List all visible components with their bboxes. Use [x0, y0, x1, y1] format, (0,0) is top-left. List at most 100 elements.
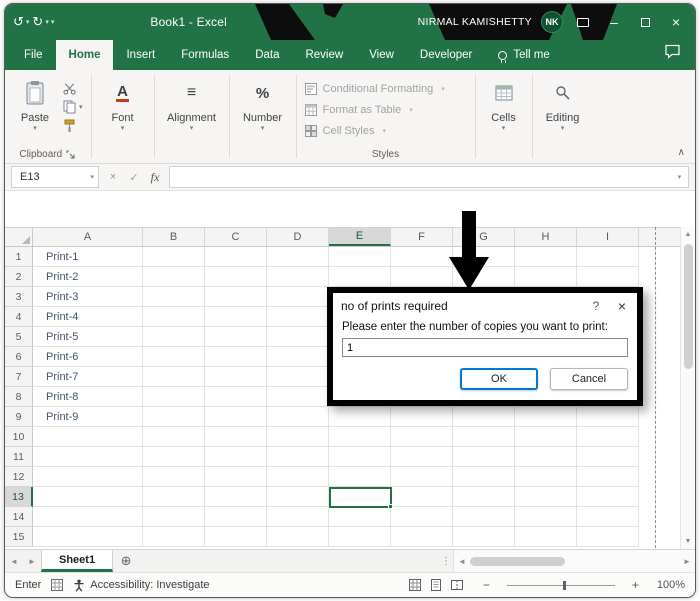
- cell-E12[interactable]: [329, 467, 391, 487]
- row-header-2[interactable]: 2: [5, 267, 33, 287]
- cell-H13[interactable]: [515, 487, 577, 507]
- cell-I15[interactable]: [577, 527, 639, 547]
- font-group-button[interactable]: A Font ▾: [100, 76, 146, 133]
- cell-A9[interactable]: Print-9: [33, 407, 143, 427]
- name-box-dropdown-icon[interactable]: ▾: [90, 173, 94, 181]
- format-painter-button[interactable]: [63, 119, 83, 133]
- cell-F13[interactable]: [391, 487, 453, 507]
- page-layout-view-icon[interactable]: [430, 579, 442, 591]
- row-header-1[interactable]: 1: [5, 247, 33, 267]
- cell-A8[interactable]: Print-8: [33, 387, 143, 407]
- fill-handle[interactable]: [388, 504, 393, 509]
- cell-C3[interactable]: [205, 287, 267, 307]
- sheet-nav-left-icon[interactable]: ◄: [5, 550, 23, 572]
- cell-B1[interactable]: [143, 247, 205, 267]
- dialog-title-bar[interactable]: no of prints required ? ×: [333, 293, 637, 318]
- tab-file[interactable]: File: [11, 40, 56, 70]
- cell-styles-button[interactable]: Cell Styles ▾: [305, 122, 467, 140]
- cell-A5[interactable]: Print-5: [33, 327, 143, 347]
- cell-B5[interactable]: [143, 327, 205, 347]
- paste-button[interactable]: Paste ▾: [12, 76, 58, 133]
- cell-D13[interactable]: [267, 487, 329, 507]
- ribbon-display-options-icon[interactable]: [572, 11, 594, 33]
- cell-A12[interactable]: [33, 467, 143, 487]
- tab-data[interactable]: Data: [242, 40, 292, 70]
- cell-D14[interactable]: [267, 507, 329, 527]
- column-header-E[interactable]: E: [329, 228, 391, 246]
- editing-group-button[interactable]: Editing ▾: [541, 76, 585, 133]
- cell-C4[interactable]: [205, 307, 267, 327]
- tab-insert[interactable]: Insert: [113, 40, 168, 70]
- cell-B13[interactable]: [143, 487, 205, 507]
- row-header-11[interactable]: 11: [5, 447, 33, 467]
- alignment-group-button[interactable]: ≡ Alignment ▾: [163, 76, 221, 133]
- cell-F10[interactable]: [391, 427, 453, 447]
- formula-input[interactable]: [169, 166, 671, 188]
- column-header-A[interactable]: A: [33, 228, 143, 246]
- user-name[interactable]: NIRMAL KAMISHETTY: [418, 16, 532, 28]
- copy-dropdown-icon[interactable]: ▾: [79, 103, 83, 112]
- cell-G11[interactable]: [453, 447, 515, 467]
- horizontal-scrollbar[interactable]: ◄ ►: [453, 550, 695, 572]
- customize-qat-icon[interactable]: ▾: [51, 18, 55, 26]
- paste-dropdown-icon[interactable]: ▾: [33, 124, 37, 133]
- cancel-button[interactable]: Cancel: [550, 368, 628, 390]
- select-all-corner[interactable]: [5, 228, 33, 246]
- cell-H12[interactable]: [515, 467, 577, 487]
- macro-record-icon[interactable]: [51, 579, 63, 591]
- cell-H15[interactable]: [515, 527, 577, 547]
- sheet-tab-sheet1[interactable]: Sheet1: [41, 550, 113, 572]
- cell-I1[interactable]: [577, 247, 639, 267]
- cell-C11[interactable]: [205, 447, 267, 467]
- cell-G15[interactable]: [453, 527, 515, 547]
- cell-B4[interactable]: [143, 307, 205, 327]
- cell-I14[interactable]: [577, 507, 639, 527]
- formula-bar-expand-icon[interactable]: ▾: [671, 166, 689, 188]
- row-header-9[interactable]: 9: [5, 407, 33, 427]
- cell-C1[interactable]: [205, 247, 267, 267]
- cell-G10[interactable]: [453, 427, 515, 447]
- cell-D1[interactable]: [267, 247, 329, 267]
- confirm-entry-icon[interactable]: ✓: [124, 171, 144, 184]
- column-header-C[interactable]: C: [205, 228, 267, 246]
- cell-F1[interactable]: [391, 247, 453, 267]
- cell-C8[interactable]: [205, 387, 267, 407]
- cell-H2[interactable]: [515, 267, 577, 287]
- user-avatar[interactable]: NK: [541, 11, 563, 33]
- cell-C12[interactable]: [205, 467, 267, 487]
- cell-A14[interactable]: [33, 507, 143, 527]
- cell-I13[interactable]: [577, 487, 639, 507]
- row-header-5[interactable]: 5: [5, 327, 33, 347]
- cell-B11[interactable]: [143, 447, 205, 467]
- cell-H1[interactable]: [515, 247, 577, 267]
- cell-A3[interactable]: Print-3: [33, 287, 143, 307]
- vertical-scroll-thumb[interactable]: [684, 244, 693, 369]
- cell-D10[interactable]: [267, 427, 329, 447]
- cell-E15[interactable]: [329, 527, 391, 547]
- maximize-button[interactable]: [634, 11, 656, 33]
- cell-B8[interactable]: [143, 387, 205, 407]
- cell-H10[interactable]: [515, 427, 577, 447]
- cell-C7[interactable]: [205, 367, 267, 387]
- zoom-in-icon[interactable]: +: [632, 578, 639, 592]
- number-group-button[interactable]: % Number ▾: [238, 76, 288, 133]
- cell-A11[interactable]: [33, 447, 143, 467]
- cell-B9[interactable]: [143, 407, 205, 427]
- tab-scroll-splitter[interactable]: ⋮: [439, 550, 453, 572]
- dialog-close-button[interactable]: ×: [609, 298, 635, 314]
- cell-E2[interactable]: [329, 267, 391, 287]
- cell-F9[interactable]: [391, 407, 453, 427]
- row-header-15[interactable]: 15: [5, 527, 33, 547]
- cell-E9[interactable]: [329, 407, 391, 427]
- cell-I11[interactable]: [577, 447, 639, 467]
- scroll-down-icon[interactable]: ▼: [685, 534, 692, 549]
- scroll-right-icon[interactable]: ►: [679, 557, 695, 566]
- cell-C5[interactable]: [205, 327, 267, 347]
- cancel-entry-icon[interactable]: ×: [103, 171, 123, 183]
- cell-E1[interactable]: [329, 247, 391, 267]
- row-header-12[interactable]: 12: [5, 467, 33, 487]
- cell-B6[interactable]: [143, 347, 205, 367]
- cell-D4[interactable]: [267, 307, 329, 327]
- cell-E10[interactable]: [329, 427, 391, 447]
- column-header-H[interactable]: H: [515, 228, 577, 246]
